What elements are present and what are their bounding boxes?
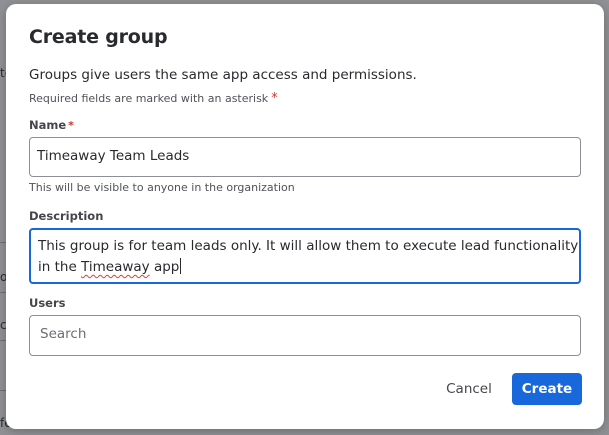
users-search-placeholder: Search <box>40 326 87 342</box>
name-helper-text: This will be visible to anyone in the or… <box>29 181 295 194</box>
create-button[interactable]: Create <box>512 373 582 405</box>
name-input[interactable]: Timeaway Team Leads <box>29 137 581 177</box>
dialog-description: Groups give users the same app access an… <box>29 67 417 83</box>
name-required-asterisk: * <box>68 119 74 132</box>
required-note-text: Required fields are marked with an aster… <box>29 92 269 105</box>
users-search-input[interactable]: Search <box>29 315 581 356</box>
users-label-text: Users <box>29 296 66 310</box>
cancel-button[interactable]: Cancel <box>434 373 504 405</box>
misspelled-word: Timeaway <box>81 259 150 275</box>
description-label-text: Description <box>29 209 104 223</box>
description-line-2-suffix: app <box>149 259 180 275</box>
name-input-value: Timeaway Team Leads <box>37 148 190 164</box>
description-textarea[interactable]: This group is for team leads only. It wi… <box>29 228 581 284</box>
dialog-title: Create group <box>29 26 168 48</box>
required-asterisk: * <box>271 91 278 106</box>
create-group-dialog: Create group Groups give users the same … <box>6 4 604 429</box>
users-label: Users <box>29 296 66 310</box>
description-line-1: This group is for team leads only. It wi… <box>38 238 579 254</box>
text-caret <box>180 258 182 274</box>
description-line-2: in the Timeaway app <box>38 257 572 278</box>
required-fields-note: Required fields are marked with an aster… <box>29 91 278 106</box>
name-label-text: Name <box>29 118 67 132</box>
description-line-2-prefix: in the <box>38 259 82 275</box>
description-label: Description <box>29 209 103 223</box>
name-label: Name * <box>29 118 74 132</box>
